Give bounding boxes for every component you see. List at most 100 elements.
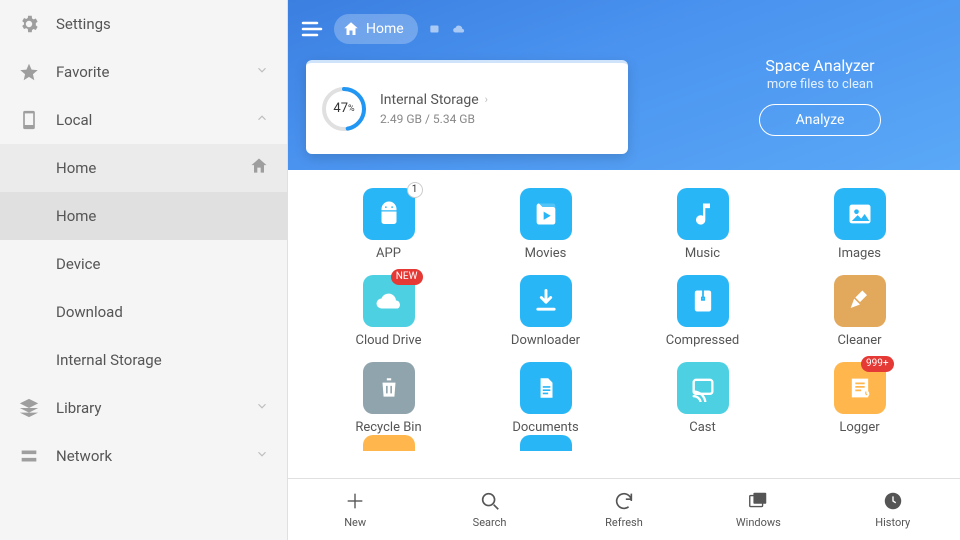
broom-icon bbox=[834, 275, 886, 327]
tile-compressed[interactable]: Compressed bbox=[624, 275, 781, 348]
breadcrumb[interactable]: Home bbox=[334, 14, 418, 44]
chevron-down-icon bbox=[255, 447, 269, 465]
badge: 999+ bbox=[861, 356, 894, 372]
cast-icon bbox=[677, 362, 729, 414]
sidebar-sub-label: Home bbox=[56, 159, 96, 177]
chevron-down-icon bbox=[255, 63, 269, 81]
gear-icon bbox=[18, 13, 40, 35]
clock-icon bbox=[882, 490, 904, 512]
tile-label: Documents bbox=[512, 420, 578, 435]
bottom-new-button[interactable]: New bbox=[315, 490, 395, 529]
trash-icon bbox=[363, 362, 415, 414]
sidebar-sub-home-1[interactable]: Home bbox=[0, 144, 287, 192]
sidebar-sub-internal-storage[interactable]: Internal Storage bbox=[0, 336, 287, 384]
tile-grid: 1 APP Movies Music Images NEW Cloud Drive Downl… bbox=[288, 170, 960, 478]
tile-label: Music bbox=[685, 246, 720, 261]
tile-label: APP bbox=[376, 246, 401, 261]
storage-percent-suffix: % bbox=[348, 104, 355, 114]
network-icon bbox=[18, 445, 40, 467]
sidebar: Settings Favorite Local Home Home Device… bbox=[0, 0, 288, 540]
note-icon bbox=[677, 188, 729, 240]
search-icon bbox=[479, 490, 501, 512]
storage-title: Internal Storage bbox=[380, 92, 479, 108]
bottom-label: New bbox=[344, 516, 366, 529]
bottom-search-button[interactable]: Search bbox=[450, 490, 530, 529]
tile-label: Cleaner bbox=[837, 333, 881, 348]
storage-ring: 47% bbox=[320, 85, 368, 133]
storage-card[interactable]: 47% Internal Storage› 2.49 GB / 5.34 GB bbox=[306, 60, 628, 154]
sidebar-label: Local bbox=[56, 111, 255, 129]
sidebar-item-library[interactable]: Library bbox=[0, 384, 287, 432]
tile-recycle-bin[interactable]: Recycle Bin bbox=[310, 362, 467, 435]
bottom-refresh-button[interactable]: Refresh bbox=[584, 490, 664, 529]
sidebar-sub-home-2[interactable]: Home bbox=[0, 192, 287, 240]
tile-logger[interactable]: 999+ Logger bbox=[781, 362, 938, 435]
badge: 1 bbox=[407, 182, 423, 198]
tile-music[interactable]: Music bbox=[624, 188, 781, 261]
play-icon bbox=[520, 188, 572, 240]
sidebar-label: Library bbox=[56, 399, 255, 417]
sidebar-item-local[interactable]: Local bbox=[0, 96, 287, 144]
tile-app[interactable]: 1 APP bbox=[310, 188, 467, 261]
sidebar-item-network[interactable]: Network bbox=[0, 432, 287, 480]
tile-cast[interactable]: Cast bbox=[624, 362, 781, 435]
plus-icon bbox=[344, 490, 366, 512]
analyzer-title: Space Analyzer bbox=[720, 56, 920, 75]
bottom-bar: New Search Refresh Windows History bbox=[288, 478, 960, 540]
tile-label: Cast bbox=[689, 420, 716, 435]
tile-movies[interactable]: Movies bbox=[467, 188, 624, 261]
sidebar-sub-download[interactable]: Download bbox=[0, 288, 287, 336]
chevron-down-icon bbox=[255, 399, 269, 417]
sidebar-item-settings[interactable]: Settings bbox=[0, 0, 287, 48]
badge: NEW bbox=[391, 269, 423, 285]
bottom-windows-button[interactable]: Windows bbox=[718, 490, 798, 529]
sidebar-sub-label: Device bbox=[56, 255, 100, 273]
tile-label: Movies bbox=[525, 246, 567, 261]
layers-icon bbox=[18, 397, 40, 419]
main-panel: Home 47% Internal Storage› 2.49 GB / 5.3… bbox=[288, 0, 960, 540]
phone-icon bbox=[18, 109, 40, 131]
tile-cleaner[interactable]: Cleaner bbox=[781, 275, 938, 348]
chevron-up-icon bbox=[255, 111, 269, 129]
tile-label: Images bbox=[838, 246, 881, 261]
chevron-right-icon: › bbox=[485, 93, 488, 106]
image-icon bbox=[834, 188, 886, 240]
analyze-button[interactable]: Analyze bbox=[759, 104, 881, 136]
zip-icon bbox=[677, 275, 729, 327]
cloud-icon: NEW bbox=[363, 275, 415, 327]
tile-label: Cloud Drive bbox=[356, 333, 422, 348]
tile-downloader[interactable]: Downloader bbox=[467, 275, 624, 348]
sidebar-item-favorite[interactable]: Favorite bbox=[0, 48, 287, 96]
home-icon bbox=[249, 156, 269, 180]
menu-icon[interactable] bbox=[300, 17, 324, 41]
bottom-label: Search bbox=[473, 516, 507, 529]
refresh-icon bbox=[613, 490, 635, 512]
tile-cloud-drive[interactable]: NEW Cloud Drive bbox=[310, 275, 467, 348]
space-analyzer: Space Analyzer more files to clean Analy… bbox=[720, 56, 920, 136]
sidebar-sub-label: Internal Storage bbox=[56, 351, 162, 369]
tile-label: Downloader bbox=[511, 333, 580, 348]
download-icon bbox=[520, 275, 572, 327]
log-icon: 999+ bbox=[834, 362, 886, 414]
analyzer-subtitle: more files to clean bbox=[720, 77, 920, 92]
tile-label: Recycle Bin bbox=[355, 420, 421, 435]
hero-status-icons bbox=[428, 22, 466, 36]
star-icon bbox=[18, 61, 40, 83]
bottom-history-button[interactable]: History bbox=[853, 490, 933, 529]
bottom-label: Windows bbox=[736, 516, 781, 529]
tile-images[interactable]: Images bbox=[781, 188, 938, 261]
tile-label: Logger bbox=[839, 420, 879, 435]
sidebar-sub-device[interactable]: Device bbox=[0, 240, 287, 288]
tile-documents[interactable]: Documents bbox=[467, 362, 624, 435]
home-icon bbox=[342, 20, 360, 38]
sidebar-sub-label: Download bbox=[56, 303, 123, 321]
windows-icon bbox=[747, 490, 769, 512]
breadcrumb-label: Home bbox=[366, 21, 404, 37]
bottom-label: History bbox=[875, 516, 910, 529]
bottom-label: Refresh bbox=[605, 516, 643, 529]
storage-percent: 47 bbox=[333, 101, 348, 116]
sidebar-label: Favorite bbox=[56, 63, 255, 81]
sidebar-sub-label: Home bbox=[56, 207, 96, 225]
sidebar-label: Settings bbox=[56, 15, 269, 33]
android-icon: 1 bbox=[363, 188, 415, 240]
